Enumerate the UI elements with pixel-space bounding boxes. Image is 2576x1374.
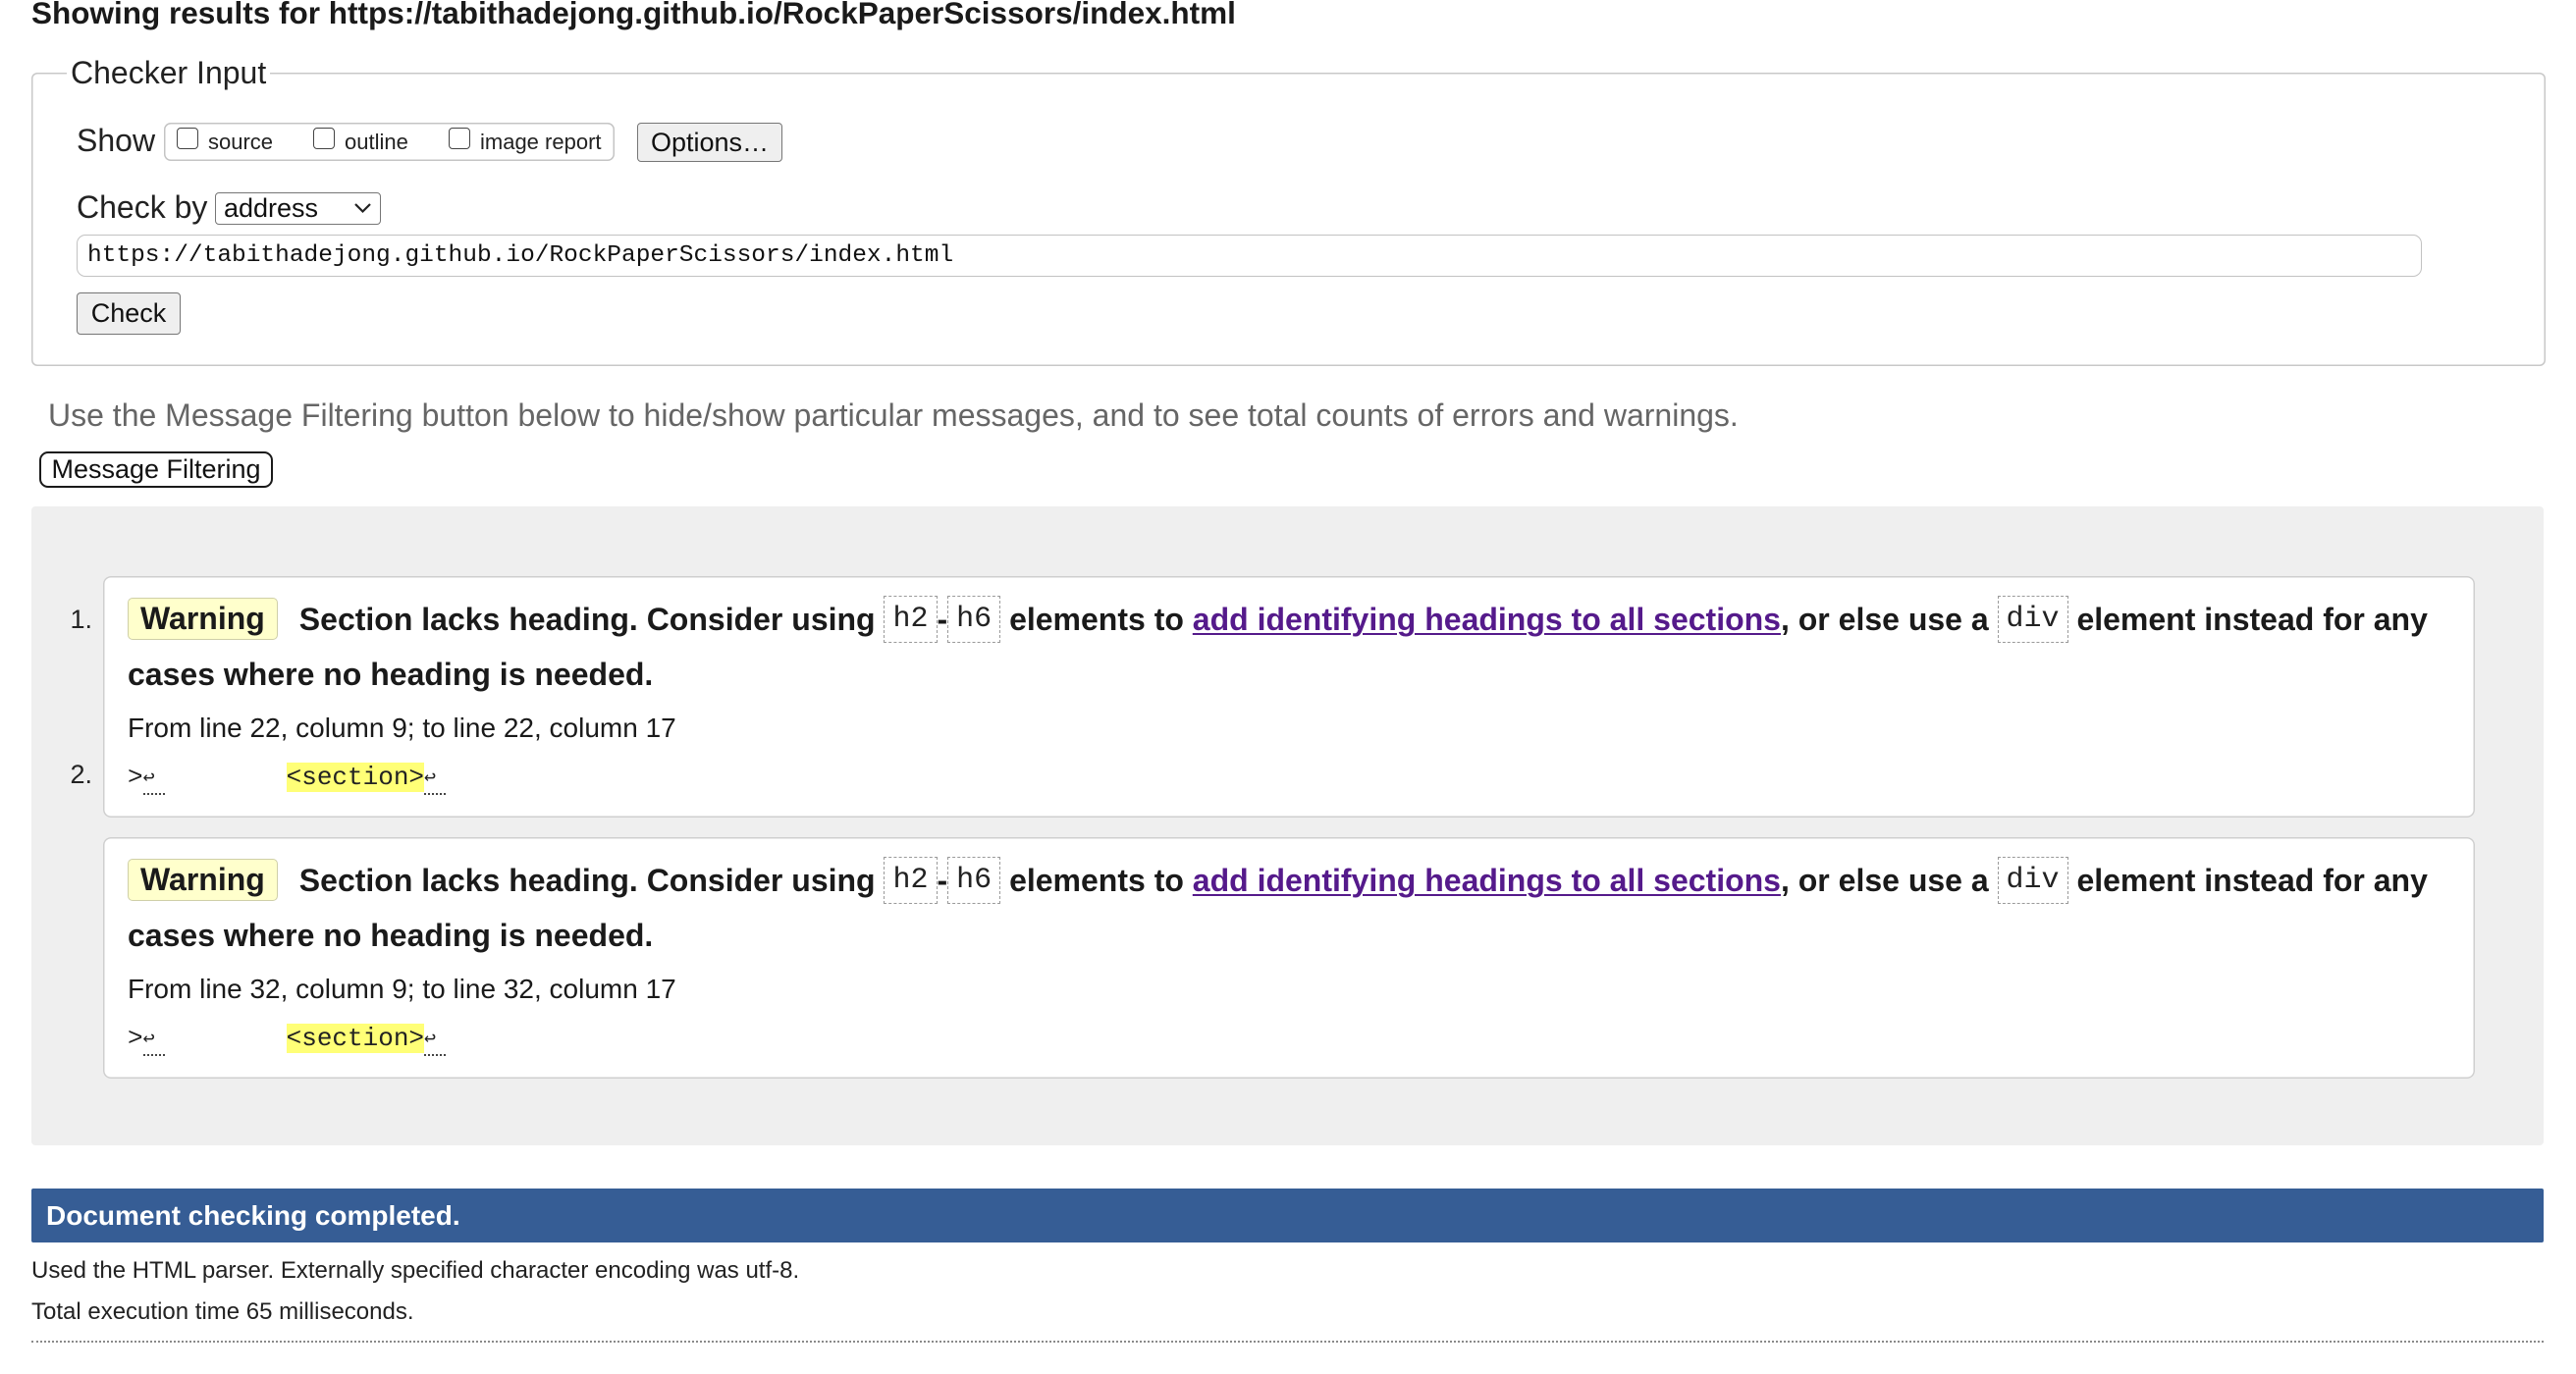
headings-help-link[interactable]: add identifying headings to all sections: [1193, 602, 1781, 637]
headings-help-link[interactable]: add identifying headings to all sections: [1193, 863, 1781, 898]
code-element-h6: h6: [947, 856, 1001, 904]
range-dash: -: [937, 863, 948, 898]
source-extract: >↩ <section>↩: [128, 760, 447, 795]
newline-marker: ↩: [142, 760, 165, 795]
warning-badge: Warning: [128, 598, 278, 641]
check-by-select[interactable]: address: [215, 192, 381, 225]
message-item: Warning Section lacks heading. Consider u…: [103, 576, 2475, 818]
outline-checkbox-label[interactable]: outline: [345, 129, 408, 156]
checker-input-fieldset: Checker Input Show source outline image …: [31, 55, 2546, 366]
message-location: From line 22, column 9; to line 22, colu…: [128, 713, 676, 743]
message-text-part: elements to: [1000, 863, 1193, 898]
range-dash: -: [937, 602, 948, 637]
check-button[interactable]: Check: [77, 292, 181, 335]
fieldset-legend: Checker Input: [67, 55, 271, 90]
code-element-div: div: [1997, 595, 2068, 643]
message-text-part: , or else use a: [1780, 602, 1998, 637]
extract-before: >: [128, 1024, 143, 1053]
code-element-div: div: [1997, 856, 2068, 904]
url-input[interactable]: [77, 235, 2422, 277]
execution-time: Total execution time 65 milliseconds.: [31, 1298, 414, 1325]
code-element-h6: h6: [947, 595, 1001, 643]
check-by-label: Check by: [77, 189, 208, 225]
source-checkbox-label[interactable]: source: [208, 129, 273, 156]
outline-checkbox[interactable]: [313, 128, 335, 149]
message-filtering-hint: Use the Message Filtering button below t…: [48, 397, 1739, 433]
extract-before: >: [128, 763, 143, 792]
message-text: Warning Section lacks heading. Consider u…: [128, 592, 2464, 702]
message-text-part: Section lacks heading. Consider using: [298, 602, 885, 637]
message-number: 2.: [70, 760, 92, 789]
show-options-group: source outline image report: [164, 123, 615, 161]
check-by-selected-value: address: [224, 193, 319, 223]
extract-highlight: <section>: [286, 763, 425, 792]
source-checkbox[interactable]: [177, 128, 198, 149]
message-item: Warning Section lacks heading. Consider u…: [103, 837, 2475, 1079]
warning-badge: Warning: [128, 859, 278, 902]
message-filtering-button[interactable]: Message Filtering: [39, 451, 273, 488]
newline-marker: ↩: [424, 760, 447, 795]
results-title: Showing results for https://tabithadejon…: [31, 0, 1236, 30]
options-button[interactable]: Options…: [637, 123, 782, 162]
newline-marker: ↩: [142, 1021, 165, 1056]
message-number: 1.: [70, 605, 92, 634]
message-text: Warning Section lacks heading. Consider u…: [128, 853, 2464, 963]
message-text-part: Section lacks heading. Consider using: [298, 863, 885, 898]
newline-marker: ↩: [424, 1021, 447, 1056]
message-text-part: elements to: [1000, 602, 1193, 637]
code-element-h2: h2: [884, 856, 938, 904]
show-label: Show: [77, 123, 156, 158]
dotted-divider: [31, 1341, 2544, 1343]
parser-note: Used the HTML parser. Externally specifi…: [31, 1257, 800, 1284]
message-text-part: , or else use a: [1780, 863, 1998, 898]
extract-highlight: <section>: [286, 1024, 425, 1053]
code-element-h2: h2: [884, 595, 938, 643]
image-report-checkbox[interactable]: [449, 128, 470, 149]
image-report-checkbox-label[interactable]: image report: [480, 129, 602, 156]
chevron-down-icon: [354, 203, 371, 214]
results-panel: 1. Warning Section lacks heading. Conside…: [31, 506, 2544, 1145]
source-extract: >↩ <section>↩: [128, 1021, 447, 1056]
message-location: From line 32, column 9; to line 32, colu…: [128, 974, 676, 1004]
checking-completed-banner: Document checking completed.: [31, 1189, 2544, 1242]
